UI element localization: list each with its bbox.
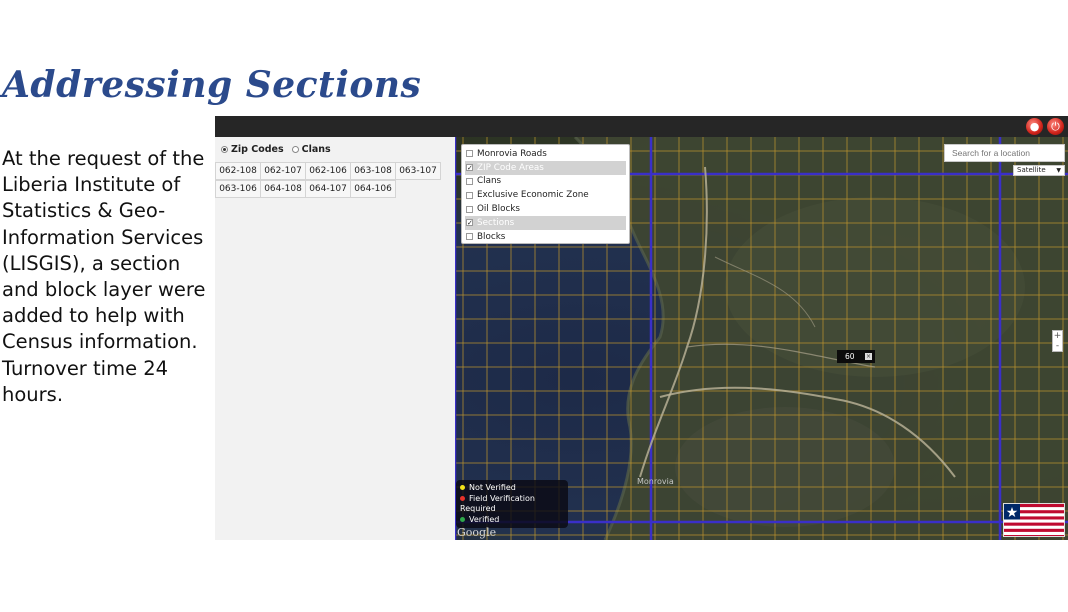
liberia-flag-icon[interactable]	[1003, 503, 1065, 537]
zoom-in-button[interactable]: +	[1053, 331, 1062, 341]
layer-item-clans[interactable]: Clans	[465, 175, 626, 189]
google-attribution-logo: Google	[457, 526, 497, 539]
zip-code-row: 062-108 062-107 062-106 063-108 063-107	[215, 162, 441, 180]
globe-icon[interactable]: ●	[1026, 118, 1043, 135]
layer-item-oil-blocks[interactable]: Oil Blocks	[465, 202, 626, 216]
checkbox-icon[interactable]	[466, 177, 473, 185]
layer-label: Exclusive Economic Zone	[477, 190, 589, 201]
map-view[interactable]: Monrovia Monrovia Roads ✓ ZIP Code Areas…	[455, 137, 1068, 540]
zip-code-cell[interactable]: 064-108	[260, 180, 306, 198]
layer-label: Sections	[477, 217, 515, 228]
layer-item-zip-code-areas[interactable]: ✓ ZIP Code Areas	[465, 160, 626, 175]
yellow-dot-icon	[460, 485, 465, 490]
radio-zip-codes[interactable]: Zip Codes	[221, 144, 284, 155]
verification-legend: Not Verified Field Verification Required…	[456, 480, 568, 528]
zip-code-cell[interactable]: 064-106	[350, 180, 396, 198]
layer-item-monrovia-roads[interactable]: Monrovia Roads	[465, 147, 626, 161]
checkbox-icon[interactable]	[466, 205, 473, 213]
power-icon[interactable]: ⏻	[1047, 118, 1064, 135]
layer-type-radio-group: Zip Codes Clans	[221, 144, 331, 155]
radio-label: Clans	[301, 144, 331, 155]
green-dot-icon	[460, 516, 465, 522]
layer-label: Blocks	[477, 231, 506, 242]
zip-code-cell[interactable]: 062-108	[215, 162, 261, 180]
vegetation-patch	[725, 197, 1025, 377]
checkbox-icon[interactable]: ✓	[466, 164, 473, 172]
radio-clans[interactable]: Clans	[291, 144, 331, 155]
radio-button-icon[interactable]	[221, 146, 228, 153]
zip-code-cell[interactable]: 062-106	[305, 162, 351, 180]
zip-code-cell[interactable]: 062-107	[260, 162, 306, 180]
radio-label: Zip Codes	[231, 144, 284, 155]
layer-item-exclusive-economic-zone[interactable]: Exclusive Economic Zone	[465, 188, 626, 202]
gis-app-window: ● ⏻ Zip Codes Clans 062-108 062-107 062-…	[215, 116, 1068, 540]
zip-code-cell[interactable]: 063-106	[215, 180, 261, 198]
results-panel: Zip Codes Clans 062-108 062-107 062-106 …	[215, 137, 455, 540]
zip-code-cell[interactable]: 063-108	[350, 162, 396, 180]
location-search-input[interactable]	[944, 144, 1065, 162]
zip-code-cell[interactable]: 063-107	[395, 162, 441, 180]
zip-code-row: 063-106 064-108 064-107 064-106	[215, 180, 440, 198]
legend-item: Not Verified	[460, 483, 564, 494]
place-label-monrovia: Monrovia	[637, 477, 674, 486]
legend-label: Verified	[469, 514, 500, 524]
zip-code-list: 062-108 062-107 062-106 063-108 063-107 …	[215, 162, 441, 198]
close-icon[interactable]: ×	[865, 353, 872, 360]
layer-label: Oil Blocks	[477, 204, 520, 215]
chevron-down-icon: ▼	[1056, 167, 1061, 174]
basemap-select[interactable]: Satellite ▼	[1013, 165, 1065, 176]
slide-title: Addressing Sections	[2, 64, 422, 106]
layer-item-blocks[interactable]: Blocks	[465, 230, 626, 244]
section-label-marker[interactable]: 60 ×	[837, 350, 875, 363]
red-dot-icon	[460, 495, 465, 501]
layer-label: Clans	[477, 176, 502, 187]
layer-label: ZIP Code Areas	[477, 162, 544, 173]
legend-label: Field Verification Required	[460, 493, 535, 514]
legend-label: Not Verified	[469, 483, 516, 492]
checkbox-icon[interactable]	[466, 191, 473, 199]
layer-label: Monrovia Roads	[477, 148, 547, 159]
radio-button-icon[interactable]	[291, 146, 299, 153]
layer-list-panel: Monrovia Roads ✓ ZIP Code Areas Clans Ex…	[461, 144, 630, 244]
checkbox-icon[interactable]: ✓	[466, 219, 473, 227]
layer-item-sections[interactable]: ✓ Sections	[465, 215, 626, 230]
app-toolbar: ● ⏻	[215, 116, 1068, 137]
zip-code-cell[interactable]: 064-107	[305, 180, 351, 198]
checkbox-icon[interactable]	[466, 233, 473, 241]
zoom-out-button[interactable]: -	[1053, 341, 1062, 351]
zoom-control: + -	[1052, 330, 1063, 352]
section-number: 60	[845, 352, 855, 361]
slide-description: At the request of the Liberia Institute …	[2, 147, 206, 406]
basemap-select-value: Satellite	[1017, 166, 1046, 174]
legend-item: Verified	[460, 515, 564, 526]
checkbox-icon[interactable]	[466, 150, 473, 158]
urban-patch	[675, 407, 895, 527]
legend-item: Field Verification Required	[460, 494, 564, 515]
